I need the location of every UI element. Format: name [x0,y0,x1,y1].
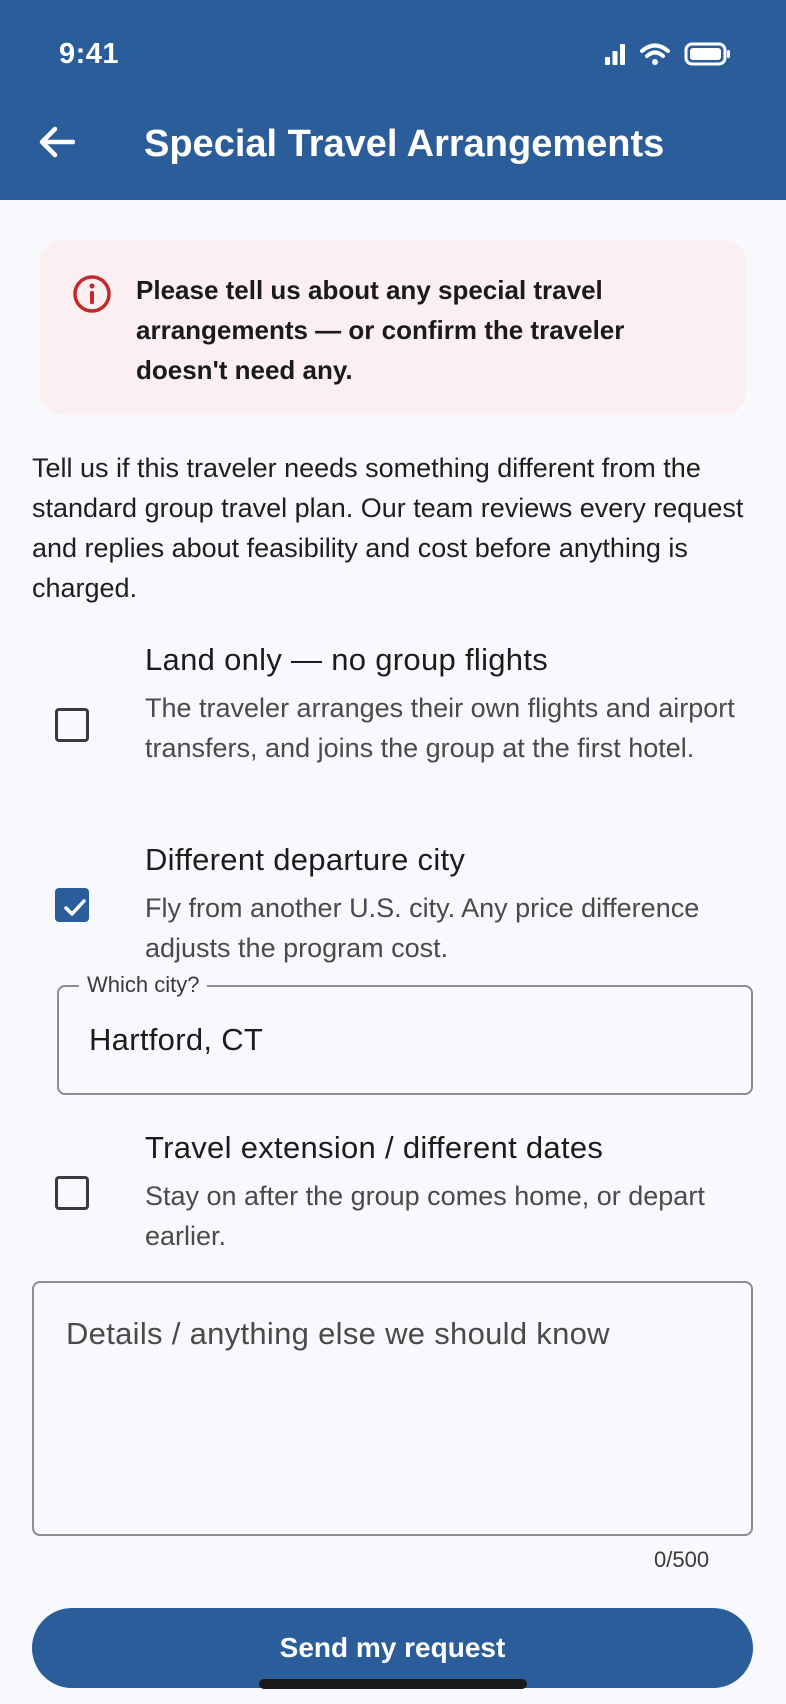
option-land-only-description: The traveler arranges their own flights … [145,693,735,763]
alert-banner: Please tell us about any special travel … [40,240,746,415]
details-textarea[interactable]: Details / anything else we should know [32,1281,753,1536]
status-icons [604,40,746,68]
battery-icon [684,42,732,66]
which-city-label: Which city? [79,972,208,998]
checkmark-icon [64,899,86,916]
option-departure-city-description: Fly from another U.S. city. Any price di… [145,893,700,963]
page-title: Special Travel Arrangements [144,123,665,165]
option-extension-checkbox[interactable] [55,1176,89,1210]
option-land-only-title: Land only — no group flights [145,642,549,677]
alert-message: Please tell us about any special travel … [136,275,625,385]
intro-text: Tell us if this traveler needs something… [32,453,744,603]
cellular-signal-icon [604,43,626,65]
option-land-only-checkbox[interactable] [55,708,89,742]
option-extension-title: Travel extension / different dates [145,1130,604,1165]
back-button[interactable] [30,115,84,169]
home-indicator [259,1679,527,1689]
character-counter: 0/500 [654,1547,710,1572]
status-time: 9:41 [59,38,120,70]
info-circle-icon [72,274,112,319]
which-city-value[interactable]: Hartford, CT [89,1022,263,1058]
option-departure-city-title: Different departure city [145,842,466,877]
details-placeholder: Details / anything else we should know [66,1316,610,1351]
arrow-back-icon [39,126,75,158]
which-city-field[interactable]: Which city? Hartford, CT [57,972,753,1095]
app-bar: 9:41 Special Travel Arrangements [0,0,786,200]
option-extension-description: Stay on after the group comes home, or d… [145,1181,705,1251]
wifi-icon [640,43,670,65]
send-request-button[interactable]: Send my request [32,1608,753,1688]
option-departure-city-checkbox[interactable] [55,888,89,922]
